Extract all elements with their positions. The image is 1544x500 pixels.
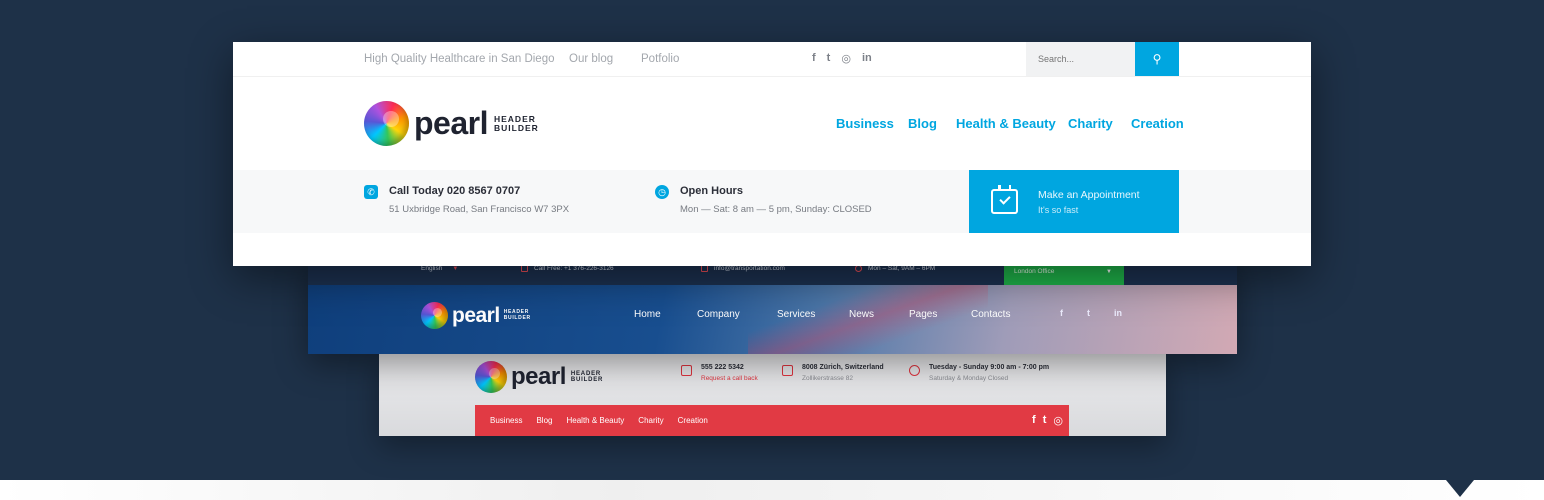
phone-info: 555 222 5342 Request a call back (681, 364, 758, 382)
header-preview-2: English ▼ Call Free: +1 376-226-3126 info… (308, 258, 1237, 354)
search-input[interactable] (1026, 42, 1135, 76)
hours-info: ◷ Open Hours Mon — Sat: 8 am — 5 pm, Sun… (655, 185, 872, 215)
email-info: info@transportation.com (701, 265, 785, 272)
nav-blog[interactable]: Blog (536, 416, 552, 425)
twitter-icon[interactable]: t (827, 52, 831, 65)
linkedin-icon[interactable]: in (1114, 308, 1122, 318)
instagram-icon[interactable]: ◎ (1053, 414, 1063, 427)
nav-creation[interactable]: Creation (678, 416, 708, 425)
twitter-icon[interactable]: t (1043, 414, 1047, 427)
clock-icon: ◷ (655, 185, 669, 199)
nav-company[interactable]: Company (697, 309, 740, 320)
logo-subtitle: HEADER BUILDER (570, 370, 604, 383)
social-links: f t ◎ (1025, 414, 1063, 427)
calendar-check-icon (991, 185, 1018, 214)
logo[interactable]: pearl HEADER BUILDER (421, 302, 531, 329)
nav-creation[interactable]: Creation (1131, 116, 1184, 131)
appointment-title: Make an Appointment (1038, 188, 1140, 201)
twitter-icon[interactable]: t (1087, 308, 1090, 318)
chevron-down-icon: ▼ (1106, 268, 1112, 275)
logo[interactable]: pearl HEADER BUILDER (364, 101, 539, 146)
search-button[interactable]: ⚲ (1135, 42, 1179, 76)
phone-info: ✆ Call Today 020 8567 0707 51 Uxbridge R… (364, 185, 569, 215)
logo-sphere-icon (421, 302, 448, 329)
nav-business[interactable]: Business (490, 416, 522, 425)
nav-charity[interactable]: Charity (1068, 116, 1113, 131)
chevron-down-icon: ▼ (452, 265, 459, 272)
tagline: High Quality Healthcare in San Diego (364, 53, 555, 65)
nav-health-beauty[interactable]: Health & Beauty (956, 116, 1056, 131)
header-preview-1: High Quality Healthcare in San Diego Our… (233, 42, 1311, 266)
logo-word: pearl (452, 303, 500, 327)
top-bar: High Quality Healthcare in San Diego Our… (233, 42, 1311, 77)
hours-info: Mon – Sat, 9AM – 6PM (855, 265, 935, 272)
facebook-icon[interactable]: f (812, 52, 816, 65)
mail-icon (701, 265, 708, 272)
facebook-icon[interactable]: f (1032, 414, 1036, 427)
logo-subtitle: HEADER BUILDER (503, 309, 531, 321)
instagram-icon[interactable]: ◎ (841, 52, 851, 65)
nav-contacts[interactable]: Contacts (971, 309, 1010, 320)
address-info: 8008 Zürich, Switzerland Zollikerstrasse… (782, 364, 884, 382)
language-select[interactable]: English ▼ (421, 265, 458, 272)
appointment-subtitle: It's so fast (1038, 204, 1079, 215)
logo-word: pearl (511, 363, 566, 390)
nav-bar: Business Blog Health & Beauty Charity Cr… (475, 405, 1069, 436)
phone-info: Call Free: +1 376-226-3126 (521, 265, 614, 272)
linkedin-icon[interactable]: in (862, 52, 872, 65)
clock-icon (855, 265, 862, 272)
logo-subtitle: HEADER BUILDER (493, 113, 539, 133)
hours-info: Tuesday - Sunday 9:00 am - 7:00 pm Satur… (909, 364, 1049, 382)
logo-sphere-icon (364, 101, 409, 146)
logo-word: pearl (414, 105, 488, 141)
phone-icon: ✆ (364, 185, 378, 199)
phone-icon (681, 365, 692, 376)
portfolio-link[interactable]: Potfolio (641, 53, 679, 65)
request-callback-link[interactable]: Request a call back (701, 375, 758, 382)
nav-health-beauty[interactable]: Health & Beauty (566, 416, 624, 425)
nav-services[interactable]: Services (777, 309, 815, 320)
search-icon: ⚲ (1152, 52, 1162, 66)
make-appointment-button[interactable]: Make an Appointment It's so fast (969, 170, 1179, 233)
facebook-icon[interactable]: f (1060, 308, 1063, 318)
main-bar: pearl HEADER BUILDER Home Company Servic… (308, 285, 1237, 354)
our-blog-link[interactable]: Our blog (569, 53, 613, 65)
logo-sphere-icon (475, 361, 507, 393)
header-preview-3: pearl HEADER BUILDER 555 222 5342 Reques… (379, 352, 1166, 436)
map-icon (782, 365, 793, 376)
social-links: f t ◎ in (812, 52, 883, 65)
nav-news[interactable]: News (849, 309, 874, 320)
notch-pointer (1446, 480, 1474, 497)
clock-icon (909, 365, 920, 376)
bottom-divider (0, 480, 1544, 500)
nav-business[interactable]: Business (836, 116, 894, 131)
nav-pages[interactable]: Pages (909, 309, 937, 320)
nav-charity[interactable]: Charity (638, 416, 663, 425)
nav-home[interactable]: Home (634, 309, 661, 320)
phone-icon (521, 265, 528, 272)
logo[interactable]: pearl HEADER BUILDER (475, 361, 603, 393)
nav-blog[interactable]: Blog (908, 116, 937, 131)
